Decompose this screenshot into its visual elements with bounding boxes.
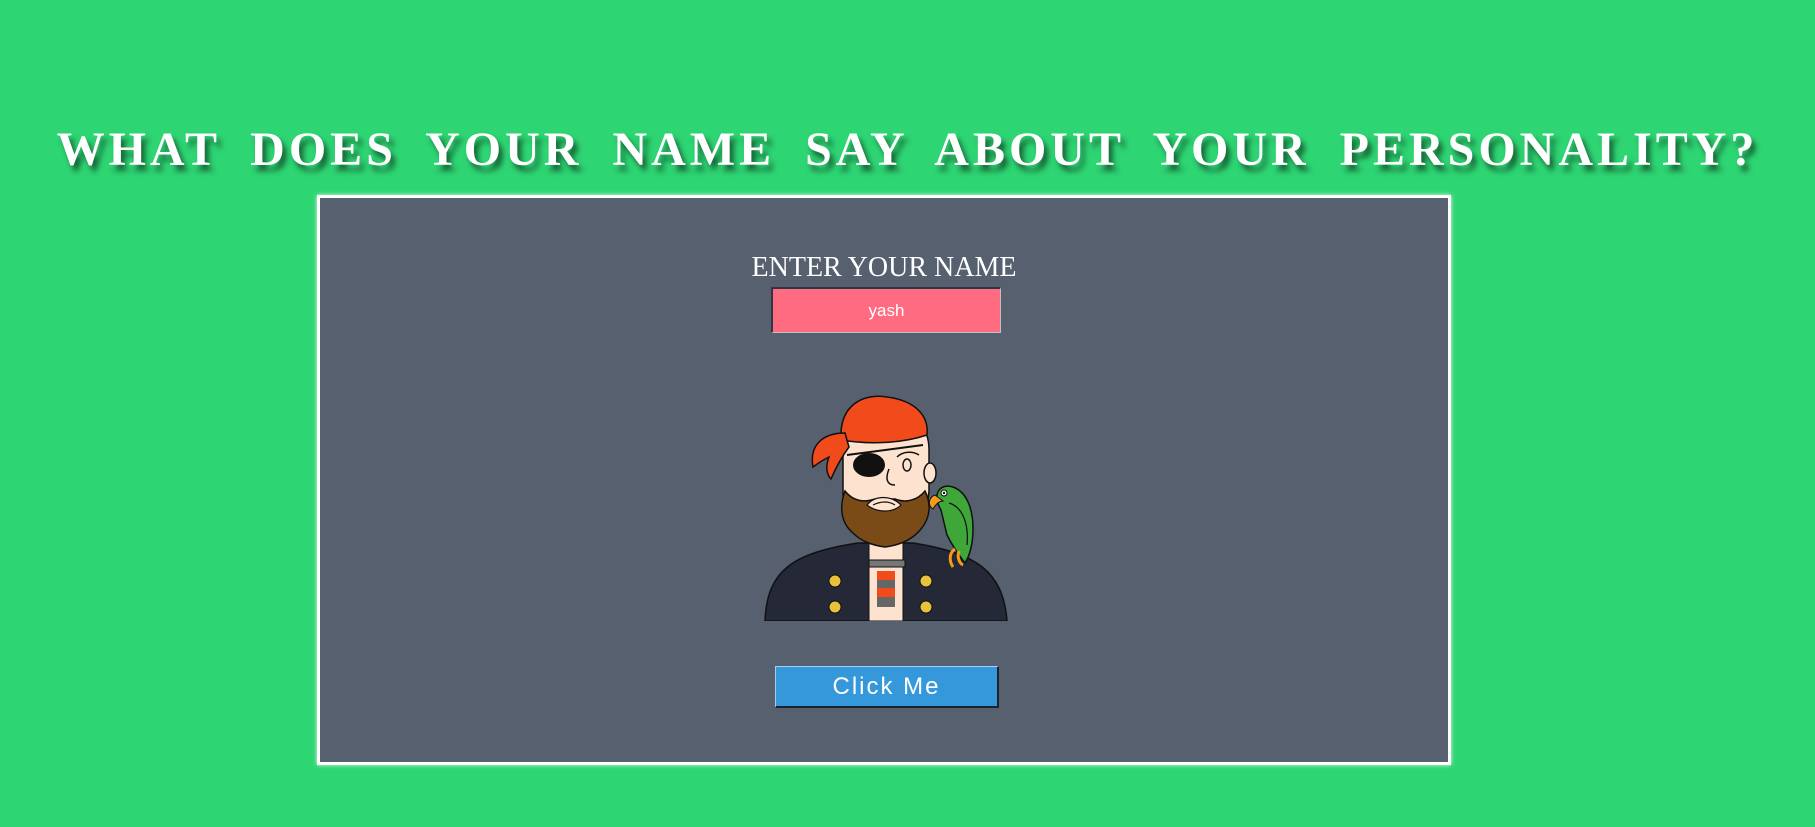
page-title: WHAT DOES YOUR NAME SAY ABOUT YOUR PERSO… <box>56 123 1759 176</box>
name-input[interactable] <box>771 287 1001 333</box>
pirate-with-parrot-icon <box>764 395 1008 621</box>
click-me-button[interactable]: Click Me <box>775 666 999 708</box>
name-label: ENTER YOUR NAME <box>751 252 1017 283</box>
main-card: ENTER YOUR NAME yash Click Me <box>317 195 1451 765</box>
